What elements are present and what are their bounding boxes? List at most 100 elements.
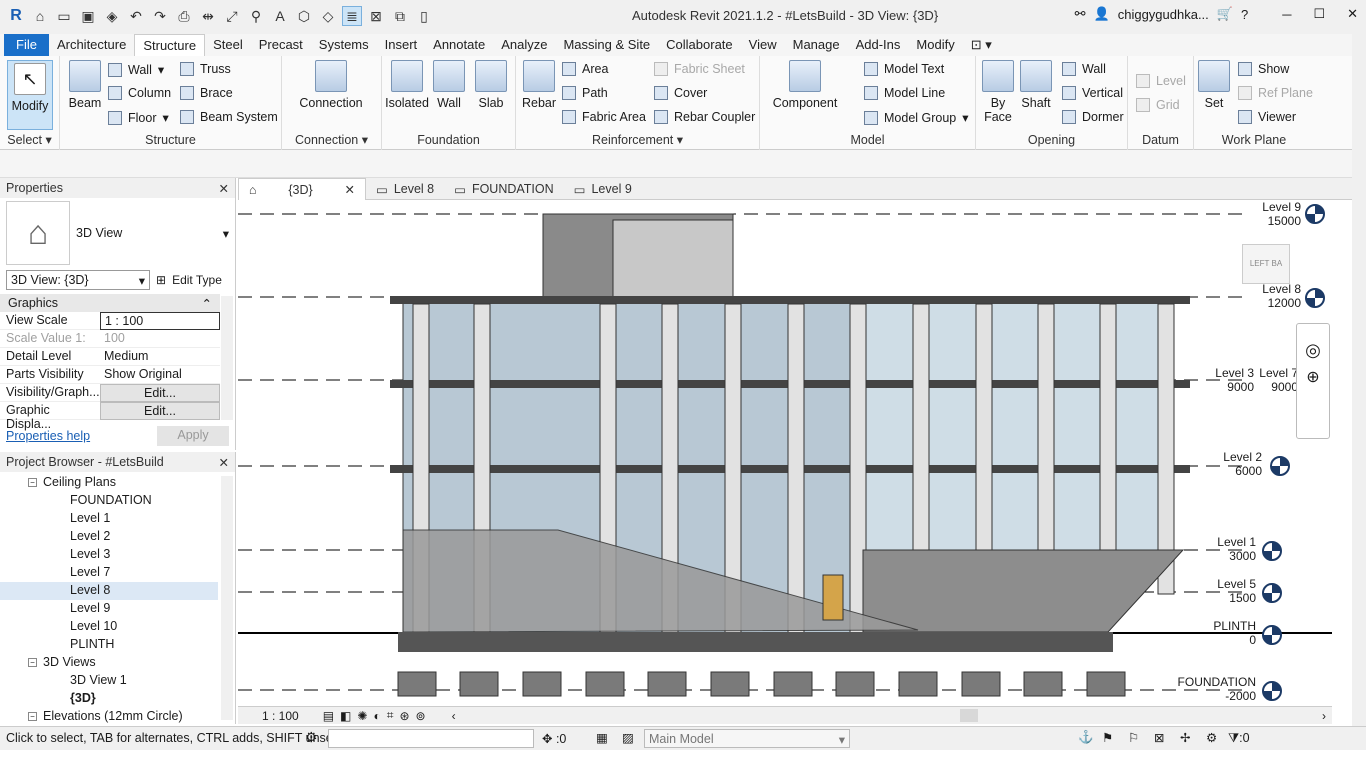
level-head[interactable]: PLINTH 0	[1208, 619, 1256, 647]
select-links-icon[interactable]: ⚓	[1078, 730, 1094, 745]
chevron-down-icon[interactable]: ▾	[223, 226, 229, 241]
level-head[interactable]: Level 2 6000	[1214, 450, 1262, 478]
truss-button[interactable]: Truss	[180, 62, 231, 76]
tree-node[interactable]: PLINTH	[0, 636, 218, 654]
home-icon[interactable]: ⌂	[30, 6, 50, 26]
right-scrollbar[interactable]	[1352, 34, 1366, 726]
level-head[interactable]: Level 5 1500	[1208, 577, 1256, 605]
area-button[interactable]: Area	[562, 62, 608, 76]
tree-node[interactable]: FOUNDATION	[0, 492, 218, 510]
cover-button[interactable]: Cover	[654, 86, 707, 100]
tree-node[interactable]: Level 10	[0, 618, 218, 636]
switch-windows-icon[interactable]: ⧉	[390, 6, 410, 26]
design-options-icon[interactable]: ▨	[622, 730, 634, 745]
measure-icon[interactable]: ⇹	[198, 6, 218, 26]
level-head[interactable]: Level 9 15000	[1243, 200, 1301, 228]
type-selector[interactable]: ⌂ 3D View ▾	[0, 198, 235, 268]
model-group-button[interactable]: Model Group ▾	[864, 110, 969, 125]
edit-type-button[interactable]: Edit Type	[172, 273, 222, 287]
sun-path-icon[interactable]: ✺	[357, 709, 367, 723]
cart-icon[interactable]: 🛒	[1217, 6, 1233, 22]
set-button[interactable]: Set	[1194, 60, 1234, 110]
modify-button[interactable]: ↖ Modify	[7, 60, 53, 130]
view-scale[interactable]: 1 : 100	[262, 709, 299, 723]
level-head[interactable]: Level 7 9000	[1248, 366, 1298, 394]
tab-add-ins[interactable]: Add-Ins	[848, 34, 909, 56]
rebar-button[interactable]: Rebar	[516, 60, 562, 110]
tree-node[interactable]: Level 3	[0, 546, 218, 564]
browser-scrollbar[interactable]	[221, 476, 233, 720]
tab-modify[interactable]: Modify	[908, 34, 962, 56]
tree-node-ceiling-plans[interactable]: − Ceiling Plans	[0, 474, 218, 492]
maximize-button[interactable]: ☐	[1313, 6, 1325, 22]
wall-foundation-button[interactable]: Wall	[426, 60, 472, 110]
tab-precast[interactable]: Precast	[251, 34, 311, 56]
viewer-button[interactable]: Viewer	[1238, 110, 1296, 124]
panel-label-reinforcement[interactable]: Reinforcement ▾	[516, 132, 759, 147]
binoculars-icon[interactable]: ⚯	[1075, 6, 1086, 22]
detail-level-icon[interactable]: ▤	[323, 709, 334, 723]
wall-button[interactable]: Wall ▾	[108, 62, 164, 77]
parts-visibility-field[interactable]: Show Original	[100, 366, 220, 384]
background-process-icon[interactable]: ⚙	[1206, 730, 1217, 745]
tab-structure[interactable]: Structure	[134, 34, 206, 56]
tree-node[interactable]: Level 2	[0, 528, 218, 546]
tab-file[interactable]: File	[4, 34, 49, 56]
dimension-icon[interactable]: ⤢	[222, 6, 242, 26]
save-icon[interactable]: ▣	[78, 6, 98, 26]
close-button[interactable]: ✕	[1347, 6, 1358, 22]
level-head[interactable]: FOUNDATION -2000	[1168, 675, 1256, 703]
level-head[interactable]: Level 8 12000	[1243, 282, 1301, 310]
3d-view-icon[interactable]: ⬡	[294, 6, 314, 26]
model-text-button[interactable]: Model Text	[864, 62, 944, 76]
crop-view-icon[interactable]: ⌗	[387, 708, 394, 723]
tab-annotate[interactable]: Annotate	[425, 34, 493, 56]
shaft-button[interactable]: Shaft	[1016, 60, 1056, 110]
tree-node[interactable]: Level 7	[0, 564, 218, 582]
text-icon[interactable]: A	[270, 6, 290, 26]
visual-style-icon[interactable]: ◧	[340, 709, 351, 723]
tree-node[interactable]: Level 1	[0, 510, 218, 528]
select-underlay-icon[interactable]: ⚑	[1102, 730, 1113, 745]
tab-manage[interactable]: Manage	[785, 34, 848, 56]
sync-icon[interactable]: ◈	[102, 6, 122, 26]
user-icon[interactable]: 👤	[1094, 6, 1110, 22]
panel-label-select[interactable]: Select ▾	[0, 132, 59, 147]
design-option-dropdown[interactable]: Main Model ▾	[644, 729, 850, 748]
level-head[interactable]: Level 3 9000	[1206, 366, 1254, 394]
tab-systems[interactable]: Systems	[311, 34, 377, 56]
properties-help-link[interactable]: Properties help	[6, 429, 90, 443]
detail-level-field[interactable]: Medium	[100, 348, 220, 366]
tree-node-selected[interactable]: Level 8	[0, 582, 218, 600]
tree-node[interactable]: Level 9	[0, 600, 218, 618]
view-scale-field[interactable]: 1 : 100	[100, 312, 220, 330]
tree-node-active-view[interactable]: {3D}	[0, 690, 218, 708]
filter-indicator[interactable]: ⧩:0	[1228, 731, 1250, 746]
tag-icon[interactable]: ⚲	[246, 6, 266, 26]
vg-edit-button[interactable]: Edit...	[100, 384, 220, 402]
select-pinned-icon[interactable]: ⚐	[1128, 730, 1139, 745]
steering-wheel-icon[interactable]: ◎	[1297, 340, 1329, 361]
graphic-display-edit-button[interactable]: Edit...	[100, 402, 220, 420]
properties-scrollbar[interactable]	[221, 296, 233, 420]
customize-icon[interactable]: ▯	[414, 6, 434, 26]
horizontal-scrollbar-thumb[interactable]	[960, 709, 978, 722]
drawing-area[interactable]: Level 9 15000 Level 8 12000 Level 3 9000 Le…	[238, 200, 1332, 706]
drag-elements-icon[interactable]: ✢	[1180, 730, 1190, 745]
viewcube[interactable]: LEFT BA	[1242, 244, 1290, 284]
scroll-right-icon[interactable]: ›	[1322, 709, 1326, 723]
reveal-hidden-icon[interactable]: ⊚	[416, 709, 426, 723]
dormer-button[interactable]: Dormer	[1062, 110, 1124, 124]
graphics-group-header[interactable]: Graphics ⌃	[0, 294, 220, 312]
shadows-icon[interactable]: ◐	[373, 709, 380, 723]
instance-selector[interactable]: 3D View: {3D} ▾	[6, 270, 150, 290]
help-icon[interactable]: ?	[1241, 7, 1248, 22]
revit-logo[interactable]: R	[6, 6, 26, 26]
slab-button[interactable]: Slab	[468, 60, 514, 110]
rebar-coupler-button[interactable]: Rebar Coupler	[654, 110, 755, 124]
editable-only-icon[interactable]: ▦	[596, 730, 608, 745]
tree-node-elevations[interactable]: − Elevations (12mm Circle)	[0, 708, 218, 724]
select-by-face-icon[interactable]: ⊠	[1154, 730, 1164, 745]
vertical-button[interactable]: Vertical	[1062, 86, 1123, 100]
column-button[interactable]: Column	[108, 86, 171, 100]
